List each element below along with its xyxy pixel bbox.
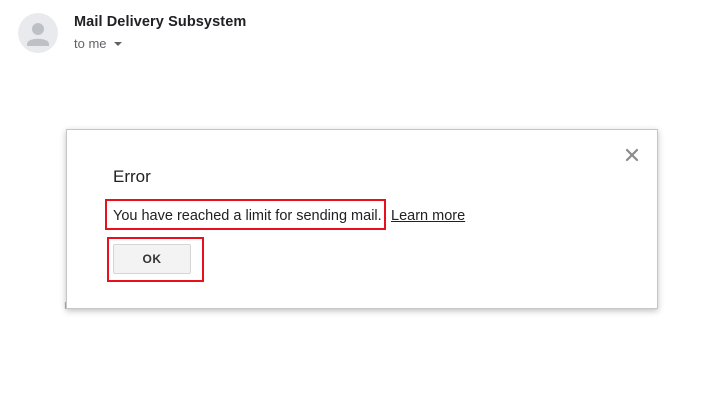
close-button[interactable]	[623, 146, 641, 164]
error-dialog: Error You have reached a limit for sendi…	[66, 129, 658, 309]
close-icon	[625, 148, 639, 162]
dialog-title: Error	[113, 167, 151, 186]
person-avatar-icon	[27, 23, 49, 46]
learn-more-link[interactable]: Learn more	[391, 208, 465, 224]
sender-avatar[interactable]	[18, 13, 58, 53]
recipient-toggle[interactable]: to me	[74, 36, 122, 51]
error-message: You have reached a limit for sending mai…	[113, 208, 382, 224]
chevron-down-icon	[113, 41, 122, 46]
email-view: Mail Delivery Subsystem to me rwe or ces…	[0, 0, 724, 415]
sender-name: Mail Delivery Subsystem	[74, 14, 247, 30]
recipient-label: to me	[74, 36, 107, 51]
ok-button[interactable]: OK	[113, 244, 191, 274]
